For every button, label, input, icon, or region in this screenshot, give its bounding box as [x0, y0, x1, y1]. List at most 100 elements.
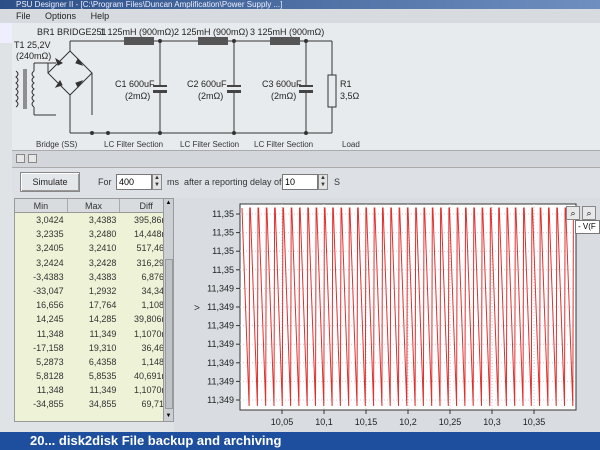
splitter-bar[interactable]	[12, 150, 600, 168]
capacitor-1-esr: (2mΩ)	[125, 91, 150, 101]
load-resistor-symbol	[327, 74, 337, 108]
duration-input[interactable]: 400	[116, 174, 152, 190]
cell-max: 3,4383	[88, 215, 117, 225]
cell-min: 14,245	[36, 314, 64, 325]
load-label: R1	[340, 79, 352, 89]
y-tick-label: 11,349	[207, 283, 234, 293]
table-header: Min Max Diff	[15, 199, 174, 213]
inductor-2-label: 2 125mH (900mΩ)	[174, 27, 248, 37]
y-tick-label: 11,35	[212, 246, 234, 256]
capacitor-1-label: C1 600uF	[115, 79, 155, 89]
inductor-3-symbol	[270, 37, 300, 45]
scrollbar-thumb[interactable]	[165, 259, 173, 409]
table-row[interactable]: -33,047 1,2932 34,341	[15, 284, 173, 298]
table-row[interactable]: 3,2335 3,2480 14,448m	[15, 227, 173, 241]
ms-label: ms	[167, 177, 179, 187]
cell-max: 11,349	[89, 328, 117, 339]
column-header-max[interactable]: Max	[68, 199, 121, 212]
capacitor-3-esr: (2mΩ)	[271, 91, 296, 101]
duration-spinner[interactable]: ▲ ▼	[152, 174, 162, 190]
s-label: S	[334, 177, 341, 187]
table-row[interactable]: 3,2424 3,2428 316,29u	[15, 256, 173, 270]
transformer-resistance: (240mΩ)	[16, 51, 51, 61]
cell-min: -3,4383	[33, 271, 64, 282]
taskbar-item[interactable]: 20... disk2disk File backup and archivin…	[0, 432, 600, 450]
menu-help[interactable]: Help	[91, 11, 110, 21]
bridge-rectifier-symbol	[47, 40, 102, 133]
zoom-in-icon[interactable]: ⌕	[566, 206, 580, 220]
cell-max: 3,2480	[88, 229, 117, 240]
y-tick-label: 11,349	[207, 376, 234, 386]
circuit-schematic: BR1 BRIDGE251 1 125mH (900mΩ) 2 125mH (9…	[12, 23, 600, 150]
x-tick-label: 10,3	[483, 417, 501, 427]
y-tick-label: 11,35	[212, 209, 234, 219]
cell-min: 11,348	[36, 328, 64, 339]
section-label-bridge: Bridge (SS)	[36, 140, 78, 149]
capacitor-1-symbol	[153, 85, 167, 93]
table-row[interactable]: -34,855 34,855 69,710	[15, 397, 173, 411]
cell-min: 5,2873	[36, 356, 64, 367]
capacitor-2-label: C2 600uF	[187, 79, 227, 89]
cell-max: 1,2932	[88, 285, 117, 296]
cell-min: 11,348	[36, 385, 64, 396]
bridge-label: BR1 BRIDGE251	[37, 27, 107, 37]
y-tick-label: 11,35	[212, 265, 234, 275]
y-tick-label: 11,35	[212, 228, 234, 238]
spin-up-icon[interactable]: ▲	[153, 175, 161, 182]
y-tick-label: 11,349	[207, 321, 234, 331]
delay-spinner[interactable]: ▲ ▼	[318, 174, 328, 190]
spin-down-icon[interactable]: ▼	[153, 182, 161, 189]
spin-up-icon[interactable]: ▲	[319, 175, 327, 182]
cell-max: 3,4383	[88, 271, 117, 282]
y-tick-label: 11,349	[207, 395, 234, 405]
capacitor-2-symbol	[227, 85, 241, 93]
cell-min: 3,2424	[36, 257, 64, 268]
cell-min: 3,2335	[36, 229, 64, 240]
column-header-min[interactable]: Min	[15, 199, 68, 212]
inductor-1-label: 1 125mH (900mΩ)	[100, 27, 174, 37]
x-tick-label: 10,35	[523, 417, 546, 427]
table-row[interactable]: 11,348 11,349 1,1070m	[15, 383, 173, 397]
table-scrollbar[interactable]: ▲ ▼	[163, 198, 174, 422]
y-tick-label: 11,349	[207, 302, 234, 312]
table-row[interactable]: -17,158 19,310 36,468	[15, 341, 173, 355]
y-axis-label: >	[194, 303, 200, 314]
cell-max: 17,764	[88, 300, 117, 311]
expand-box[interactable]	[28, 154, 37, 163]
cell-max: 3,2428	[88, 257, 117, 268]
zoom-out-icon[interactable]: ⌕	[582, 206, 596, 220]
table-row[interactable]: 3,0424 3,4383 395,86m	[15, 213, 173, 227]
table-row[interactable]: 5,2873 6,4358 1,1484	[15, 355, 173, 369]
section-label-load: Load	[342, 140, 360, 149]
section-label-lc1: LC Filter Section	[104, 140, 163, 149]
capacitor-3-label: C3 600uF	[262, 79, 302, 89]
menu-file[interactable]: File	[16, 11, 31, 21]
delay-input[interactable]: 10	[282, 174, 318, 190]
table-row[interactable]: 14,245 14,285 39,806m	[15, 312, 173, 326]
scroll-up-icon[interactable]: ▲	[164, 199, 173, 208]
y-tick-label: 11,349	[207, 339, 234, 349]
cell-min: 16,656	[36, 300, 64, 311]
table-row[interactable]: 3,2405 3,2410 517,46u	[15, 241, 173, 255]
x-tick-label: 10,15	[355, 417, 378, 427]
spin-down-icon[interactable]: ▼	[319, 182, 327, 189]
table-row[interactable]: 16,656 17,764 1,1085	[15, 298, 173, 312]
cell-min: 5,8128	[36, 371, 64, 382]
waveform-chart[interactable]: 11,35 11,35 11,35 11,35 11,349 11,349 11,349 11…	[174, 198, 600, 434]
results-table: Min Max Diff 3,0424 3,4383 395,86m 3,2335 3,…	[14, 198, 174, 422]
table-row[interactable]: 11,348 11,349 1,1070m	[15, 327, 173, 341]
table-row[interactable]: 5,8128 5,8535 40,691m	[15, 369, 173, 383]
table-row[interactable]: -3,4383 3,4383 6,8766	[15, 270, 173, 284]
section-label-lc2: LC Filter Section	[180, 140, 239, 149]
scroll-down-icon[interactable]: ▼	[164, 412, 173, 421]
simulate-button[interactable]: Simulate	[20, 172, 80, 192]
zoom-toolbar: ⌕ ⌕	[566, 203, 598, 221]
expand-box[interactable]	[16, 154, 25, 163]
cell-max: 11,349	[89, 385, 117, 396]
menu-options[interactable]: Options	[45, 11, 76, 21]
inductor-3-label: 3 125mH (900mΩ)	[250, 27, 324, 37]
x-tick-label: 10,25	[439, 417, 462, 427]
y-tick-label: 11,349	[207, 358, 234, 368]
cell-max: 14,285	[88, 314, 117, 325]
transformer-label: T1 25,2V	[14, 40, 51, 50]
